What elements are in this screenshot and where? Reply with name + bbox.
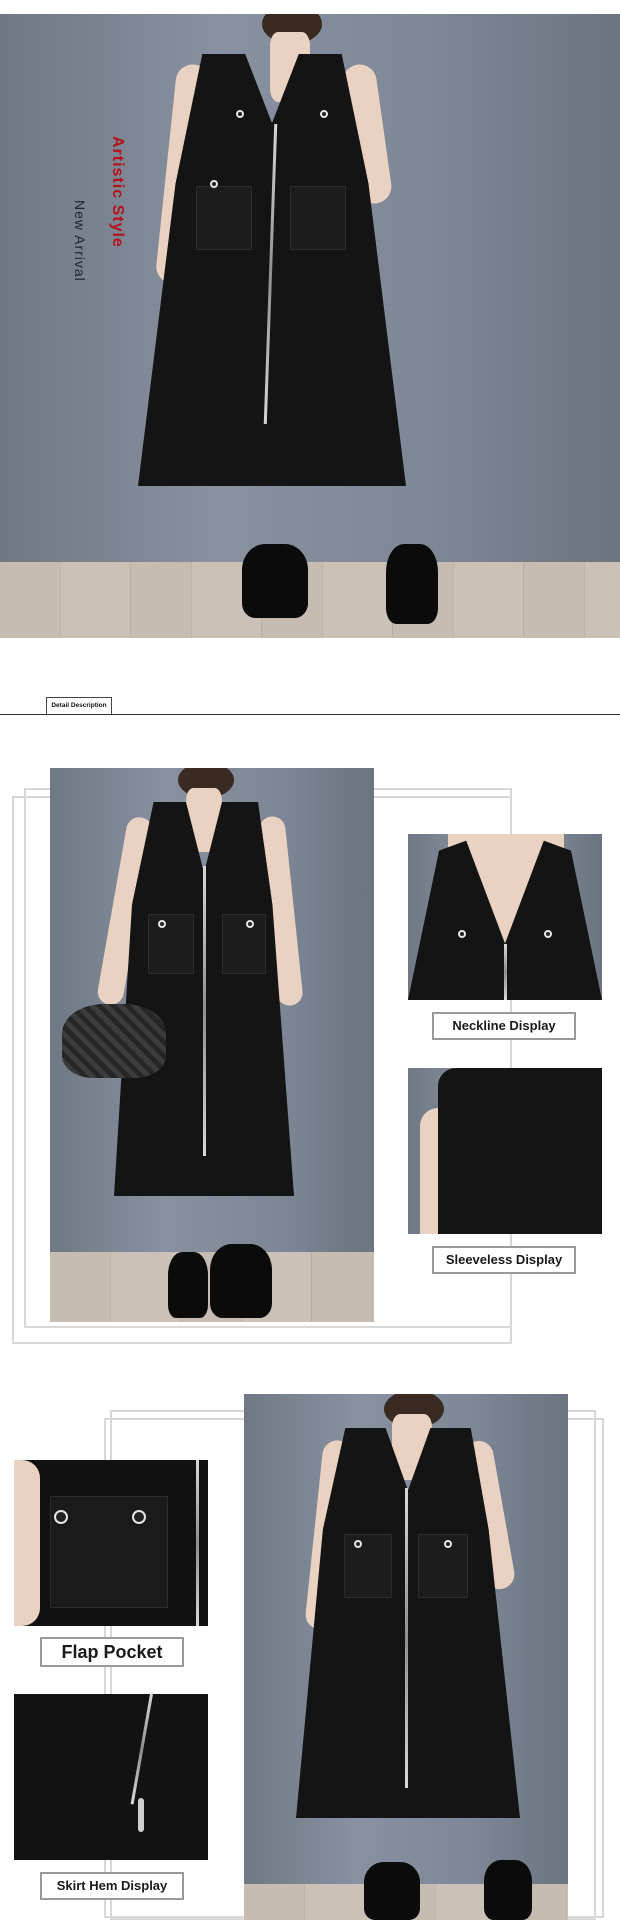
model-right-pocket <box>418 1534 468 1598</box>
neckline-grommet <box>458 930 466 938</box>
hero-floor <box>0 562 620 638</box>
model-zipper <box>203 866 206 1156</box>
flap-pocket-zipper <box>196 1460 199 1626</box>
hero-left-boot <box>242 544 308 618</box>
flap-pocket <box>50 1496 168 1608</box>
model-photo-full <box>244 1394 568 1920</box>
skirt-hem-photo <box>14 1694 208 1860</box>
model-right-boot <box>484 1860 532 1920</box>
neckline-detail-photo <box>408 834 602 1000</box>
hero-arrival-label: New Arrival <box>72 200 88 282</box>
neckline-grommet <box>544 930 552 938</box>
flap-pocket-photo <box>14 1460 208 1626</box>
skirt-hem-zipper <box>130 1694 153 1805</box>
model-grommet <box>444 1540 452 1548</box>
flap-pocket-caption: Flap Pocket <box>40 1637 184 1667</box>
section-divider <box>0 714 620 715</box>
sleeveless-dress <box>438 1068 602 1234</box>
hero-right-boot <box>386 544 438 624</box>
flap-pocket-grommet <box>54 1510 68 1524</box>
sleeveless-caption: Sleeveless Display <box>432 1246 576 1274</box>
model-right-pocket <box>222 914 266 974</box>
skirt-hem-slit <box>138 1798 144 1832</box>
hero-style-label: Artistic Style <box>109 136 126 248</box>
hero-grommet <box>210 180 218 188</box>
model-right-boot <box>210 1244 272 1318</box>
woven-handbag <box>62 1004 166 1078</box>
model-grommet <box>246 920 254 928</box>
model-grommet <box>354 1540 362 1548</box>
neckline-caption: Neckline Display <box>432 1012 576 1040</box>
hero-grommet <box>236 110 244 118</box>
neckline-zipper <box>504 944 507 1000</box>
model-grommet <box>158 920 166 928</box>
model-left-boot <box>364 1862 420 1920</box>
skirt-hem-caption: Skirt Hem Display <box>40 1872 184 1900</box>
flap-pocket-arm <box>14 1460 40 1626</box>
sleeveless-detail-photo <box>408 1068 602 1234</box>
section-tab: Detail Description <box>46 697 112 714</box>
model-photo-bag <box>50 768 374 1322</box>
model-zipper <box>405 1488 408 1788</box>
model-left-pocket <box>344 1534 392 1598</box>
hero-right-chest-pocket <box>290 186 346 250</box>
model-left-pocket <box>148 914 194 974</box>
hero-grommet <box>320 110 328 118</box>
model-left-boot <box>168 1252 208 1318</box>
flap-pocket-grommet <box>132 1510 146 1524</box>
hero-left-chest-pocket <box>196 186 252 250</box>
hero-photo: Artistic Style New Arrival <box>0 14 620 638</box>
